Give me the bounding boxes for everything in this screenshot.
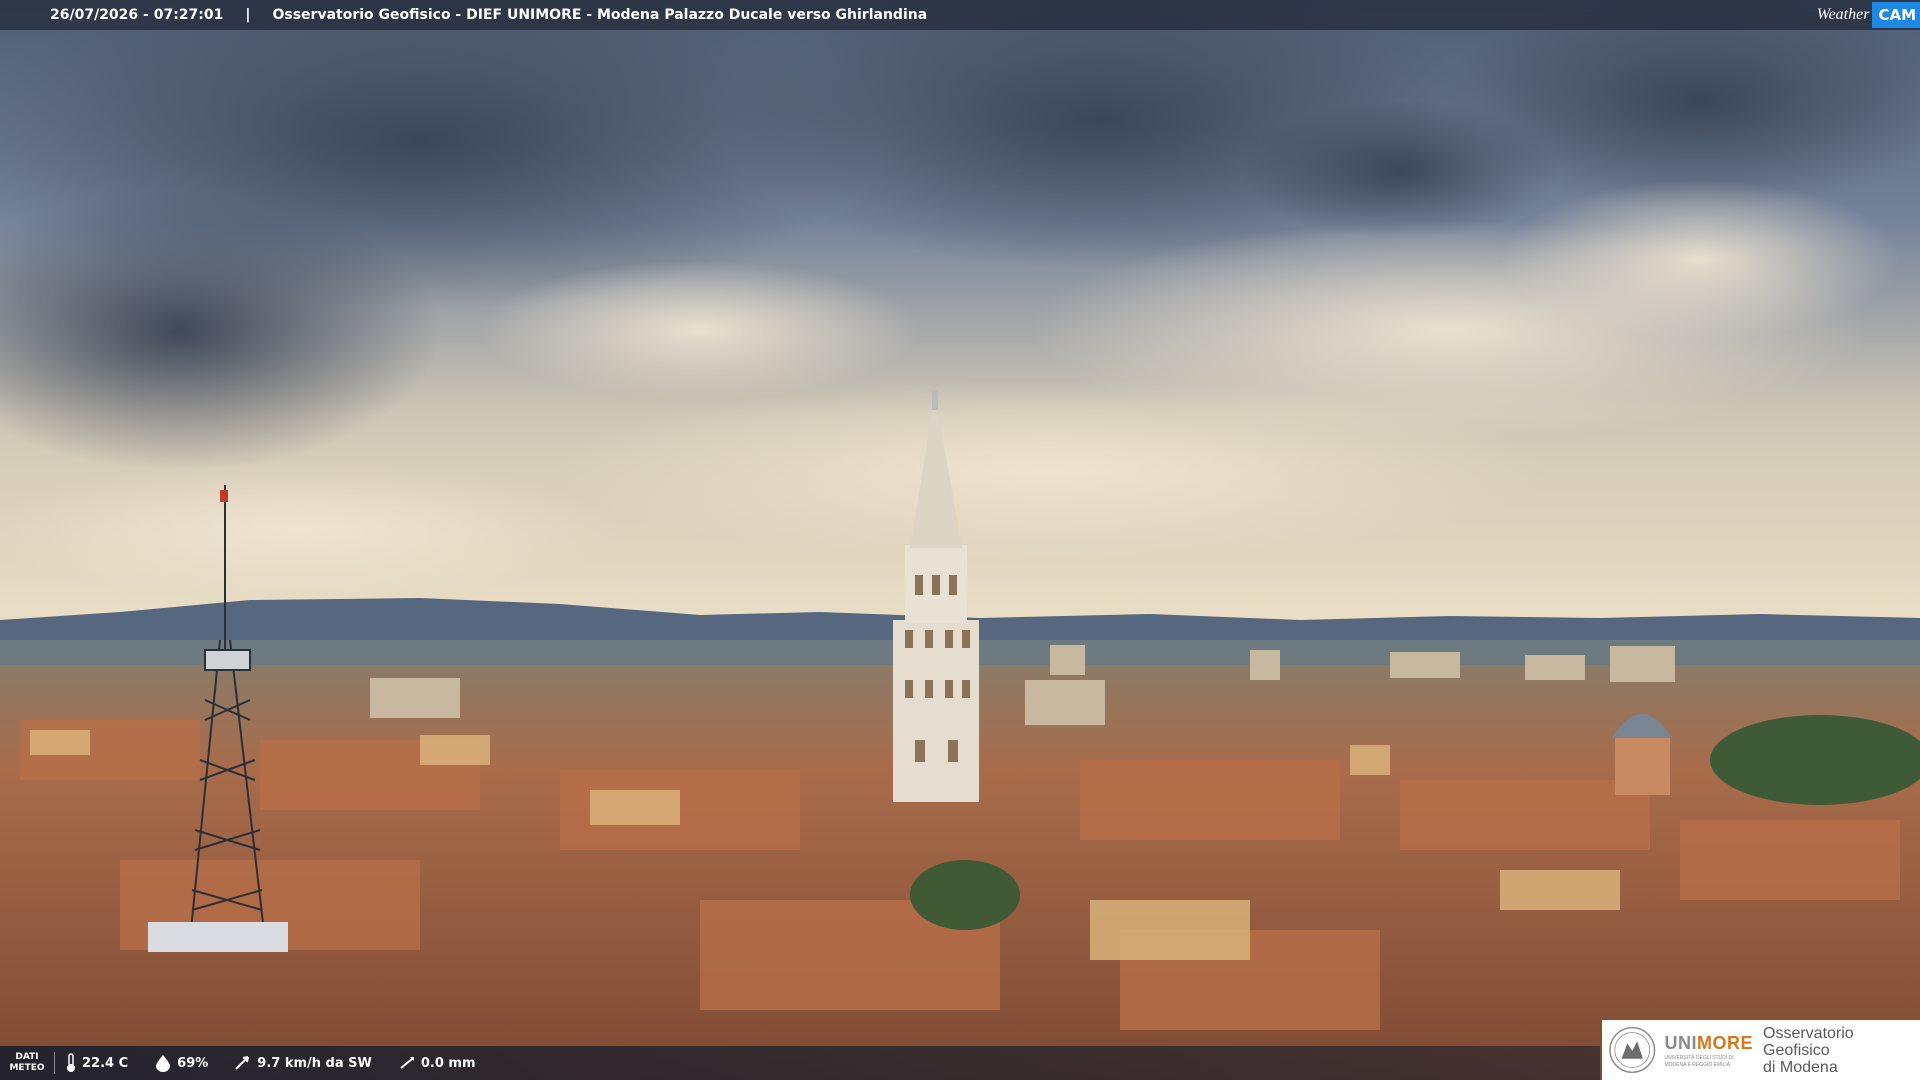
weather-data-strip: DATI METEO 22.4 C 69% 9.7 km/h da SW 0.0…	[0, 1046, 1600, 1080]
weather-label: DATI METEO	[0, 1052, 55, 1074]
brand-weather: Weather	[1816, 6, 1870, 23]
weather-label-line1: DATI	[15, 1052, 39, 1062]
humidity-drop-icon	[156, 1055, 171, 1072]
caption-separator: |	[245, 7, 251, 23]
camera-title: Osservatorio Geofisico - DIEF UNIMORE - …	[272, 7, 928, 23]
timestamp: 26/07/2026 - 07:27:01	[50, 7, 224, 23]
unimore-more: MORE	[1697, 1032, 1753, 1053]
wind-icon	[235, 1056, 250, 1070]
temperature-value: 22.4 C	[82, 1055, 129, 1071]
brand-cam: CAM	[1872, 2, 1920, 28]
unimore-wordmark: UNIMORE UNIVERSITÀ DEGLI STUDI DI MODENA…	[1665, 1033, 1754, 1068]
unimore-uni: UNI	[1664, 1032, 1697, 1053]
unimore-logo: UNIMORE UNIVERSITÀ DEGLI STUDI DI MODENA…	[1602, 1020, 1920, 1080]
rain-reading: 0.0 mm	[398, 1054, 476, 1072]
rain-gauge-icon	[400, 1057, 414, 1069]
weather-label-line2: METEO	[9, 1063, 45, 1073]
observatory-line1: Osservatorio Geofisico	[1763, 1024, 1854, 1059]
rain-value: 0.0 mm	[420, 1055, 476, 1071]
wind-value: 9.7 km/h da SW	[257, 1055, 372, 1071]
unimore-subtitle-1: UNIVERSITÀ DEGLI STUDI DI	[1664, 1054, 1734, 1061]
observatory-name: Osservatorio Geofisico di Modena	[1763, 1025, 1920, 1076]
observatory-line2: di Modena	[1763, 1058, 1838, 1076]
trees-right	[1710, 715, 1920, 805]
humidity-value: 69%	[177, 1055, 209, 1071]
caption-bar: 26/07/2026 - 07:27:01 | Osservatorio Geo…	[0, 0, 1920, 30]
thermometer-icon	[67, 1053, 75, 1072]
trees-center	[910, 860, 1020, 930]
humidity-reading: 69%	[154, 1054, 208, 1072]
rooftop-units	[148, 922, 288, 952]
wind-reading: 9.7 km/h da SW	[234, 1054, 372, 1072]
temperature-reading: 22.4 C	[65, 1053, 128, 1073]
weathercam-logo: Weather CAM	[1817, 0, 1920, 30]
webcam-image	[0, 0, 1920, 1080]
university-seal-icon	[1609, 1026, 1656, 1074]
unimore-subtitle-2: MODENA E REGGIO EMILIA	[1664, 1061, 1731, 1068]
church-dome	[1612, 714, 1672, 795]
